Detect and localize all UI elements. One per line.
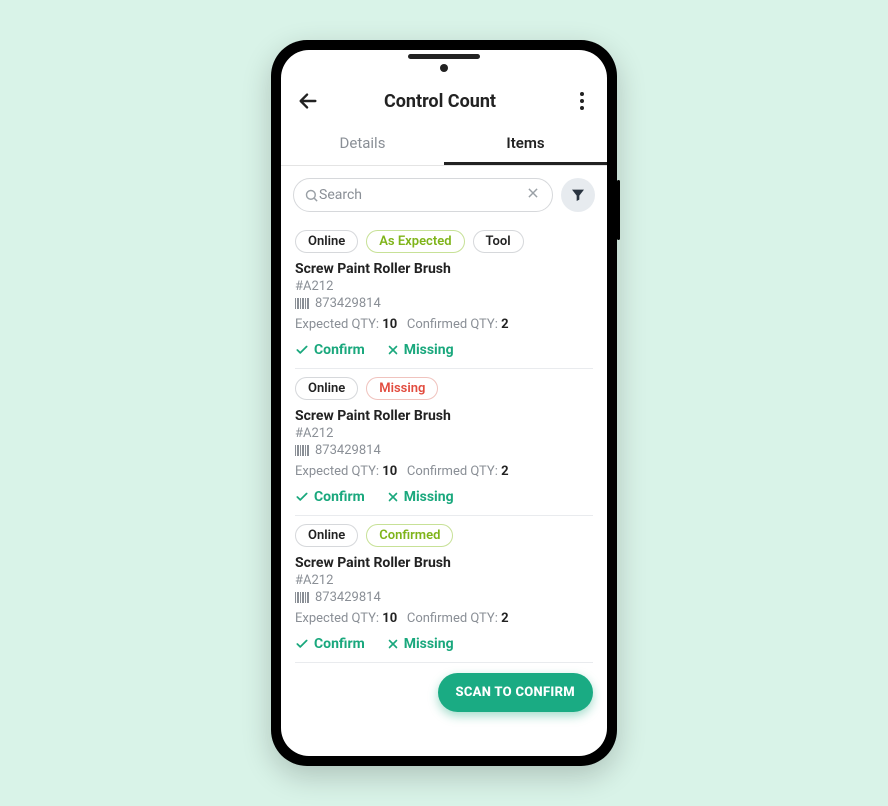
barcode-value: 873429814: [315, 443, 381, 458]
search-icon: [304, 188, 319, 203]
clear-search-button[interactable]: [524, 185, 542, 205]
expected-qty-value: 10: [382, 464, 397, 479]
filter-button[interactable]: [561, 178, 595, 212]
chip-online[interactable]: Online: [295, 377, 358, 400]
list-item: Online Missing Screw Paint Roller Brush …: [281, 369, 607, 515]
item-code: #A212: [295, 573, 593, 588]
confirmed-qty-label: Confirmed QTY:: [407, 464, 498, 479]
chip-online[interactable]: Online: [295, 524, 358, 547]
more-menu-button[interactable]: [571, 92, 593, 110]
confirmed-qty-value: 2: [501, 317, 508, 332]
missing-label: Missing: [404, 342, 454, 358]
confirmed-qty-value: 2: [501, 464, 508, 479]
qty-row: Expected QTY: 10 Confirmed QTY: 2: [295, 317, 593, 332]
funnel-icon: [570, 187, 586, 203]
barcode-icon: [295, 298, 309, 309]
barcode-value: 873429814: [315, 296, 381, 311]
check-icon: [295, 343, 309, 357]
chip-row: Online As Expected Tool: [295, 230, 593, 253]
check-icon: [295, 490, 309, 504]
confirmed-qty-value: 2: [501, 611, 508, 626]
list-item: Online Confirmed Screw Paint Roller Brus…: [281, 516, 607, 662]
chip-online[interactable]: Online: [295, 230, 358, 253]
tab-details[interactable]: Details: [281, 124, 444, 165]
confirm-label: Confirm: [314, 636, 365, 652]
page-title: Control Count: [309, 91, 571, 112]
list-item: Online As Expected Tool Screw Paint Roll…: [281, 222, 607, 368]
action-row: Confirm Missing: [295, 342, 593, 358]
chip-status[interactable]: As Expected: [366, 230, 464, 253]
expected-qty-value: 10: [382, 317, 397, 332]
item-code: #A212: [295, 426, 593, 441]
chip-category[interactable]: Tool: [473, 230, 524, 253]
chip-row: Online Confirmed: [295, 524, 593, 547]
expected-qty-value: 10: [382, 611, 397, 626]
chip-status[interactable]: Missing: [366, 377, 438, 400]
action-row: Confirm Missing: [295, 636, 593, 652]
missing-button[interactable]: Missing: [387, 636, 454, 652]
missing-button[interactable]: Missing: [387, 342, 454, 358]
confirm-label: Confirm: [314, 489, 365, 505]
missing-label: Missing: [404, 489, 454, 505]
confirmed-qty-label: Confirmed QTY:: [407, 317, 498, 332]
missing-label: Missing: [404, 636, 454, 652]
x-icon: [387, 638, 399, 650]
qty-row: Expected QTY: 10 Confirmed QTY: 2: [295, 611, 593, 626]
confirm-button[interactable]: Confirm: [295, 636, 365, 652]
expected-qty-label: Expected QTY:: [295, 464, 379, 479]
barcode-icon: [295, 592, 309, 603]
confirm-label: Confirm: [314, 342, 365, 358]
close-icon: [526, 186, 540, 200]
action-row: Confirm Missing: [295, 489, 593, 505]
search-input[interactable]: [319, 187, 524, 203]
qty-row: Expected QTY: 10 Confirmed QTY: 2: [295, 464, 593, 479]
x-icon: [387, 344, 399, 356]
item-barcode: 873429814: [295, 590, 593, 605]
item-barcode: 873429814: [295, 443, 593, 458]
item-barcode: 873429814: [295, 296, 593, 311]
phone-frame: Control Count Details Items: [271, 40, 617, 766]
side-button: [617, 180, 620, 240]
check-icon: [295, 637, 309, 651]
search-row: [281, 166, 607, 222]
confirmed-qty-label: Confirmed QTY:: [407, 611, 498, 626]
item-code: #A212: [295, 279, 593, 294]
expected-qty-label: Expected QTY:: [295, 611, 379, 626]
app-bar: Control Count: [281, 80, 607, 120]
tab-bar: Details Items: [281, 124, 607, 166]
item-name: Screw Paint Roller Brush: [295, 408, 593, 424]
item-name: Screw Paint Roller Brush: [295, 261, 593, 277]
confirm-button[interactable]: Confirm: [295, 342, 365, 358]
item-list: Online As Expected Tool Screw Paint Roll…: [281, 222, 607, 756]
screen: Control Count Details Items: [281, 50, 607, 756]
item-name: Screw Paint Roller Brush: [295, 555, 593, 571]
x-icon: [387, 491, 399, 503]
missing-button[interactable]: Missing: [387, 489, 454, 505]
scan-to-confirm-button[interactable]: SCAN TO CONFIRM: [438, 673, 594, 712]
chip-status[interactable]: Confirmed: [366, 524, 453, 547]
barcode-value: 873429814: [315, 590, 381, 605]
search-field[interactable]: [293, 178, 553, 212]
chip-row: Online Missing: [295, 377, 593, 400]
tab-items[interactable]: Items: [444, 124, 607, 165]
fab-area: SCAN TO CONFIRM: [281, 663, 607, 728]
barcode-icon: [295, 445, 309, 456]
expected-qty-label: Expected QTY:: [295, 317, 379, 332]
confirm-button[interactable]: Confirm: [295, 489, 365, 505]
